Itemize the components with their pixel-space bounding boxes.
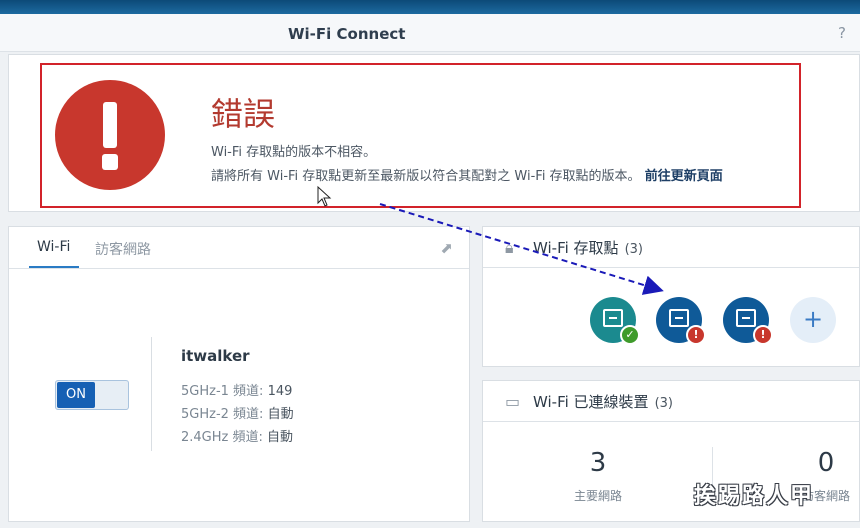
band-value: 自動 — [267, 430, 294, 445]
band-2-4ghz: 2.4GHz 頻道: 自動 — [181, 426, 293, 445]
watermark: 挨踢路人甲 — [694, 484, 815, 509]
access-point-3[interactable]: ! — [723, 297, 773, 345]
wifi-toggle[interactable]: ON — [55, 380, 129, 410]
title-bar: Wi-Fi Connect ? — [0, 14, 860, 52]
access-points-title-text: Wi-Fi 存取點 — [533, 239, 619, 257]
devices-count: (3) — [654, 396, 673, 411]
access-point-2[interactable]: ! — [656, 297, 706, 345]
add-access-point-button[interactable]: + — [790, 297, 836, 343]
toggle-on-label: ON — [57, 382, 95, 408]
window-top-bar — [0, 0, 860, 14]
band-value: 149 — [267, 384, 293, 399]
error-message-line2: 請將所有 Wi-Fi 存取點更新至最新版以符合其配對之 Wi-Fi 存取點的版本… — [211, 165, 723, 184]
wifi-panel: Wi-Fi 訪客網路 ⬈ ON itwalker 5GHz-1 頻道: 149 … — [8, 226, 470, 522]
ssid-name: itwalker — [181, 347, 250, 365]
access-points-panel: 🔒︎ Wi-Fi 存取點 (3) ✓ ! ! + — [482, 226, 860, 367]
router-icon — [603, 309, 623, 327]
devices-icon: ▭ — [505, 392, 521, 411]
devices-title: Wi-Fi 已連線裝置 (3) — [533, 391, 673, 412]
warning-icon: ! — [686, 325, 706, 345]
tab-wifi[interactable]: Wi-Fi — [28, 239, 80, 268]
router-icon — [669, 309, 689, 327]
check-icon: ✓ — [620, 325, 640, 345]
guest-network-count[interactable]: 0 — [796, 448, 856, 478]
error-message-text: 請將所有 Wi-Fi 存取點更新至最新版以符合其配對之 Wi-Fi 存取點的版本… — [211, 169, 641, 184]
access-points-header: 🔒︎ Wi-Fi 存取點 (3) — [483, 227, 859, 268]
wifi-tabs: Wi-Fi 訪客網路 ⬈ — [9, 227, 469, 269]
error-card: 錯誤 Wi-Fi 存取點的版本不相容。 請將所有 Wi-Fi 存取點更新至最新版… — [8, 54, 860, 212]
router-icon — [736, 309, 756, 327]
main-network-label: 主要網路 — [573, 489, 622, 503]
update-page-link[interactable]: 前往更新頁面 — [645, 169, 723, 184]
band-value: 自動 — [267, 407, 294, 422]
exclamation-icon — [55, 80, 165, 190]
access-points-title: Wi-Fi 存取點 (3) — [533, 237, 643, 258]
warning-icon: ! — [753, 325, 773, 345]
band-label: 5GHz-2 頻道: — [181, 407, 264, 422]
error-message-line1: Wi-Fi 存取點的版本不相容。 — [211, 145, 377, 160]
lock-router-icon: 🔒︎ — [505, 238, 514, 257]
divider — [151, 337, 152, 451]
expand-icon[interactable]: ⬈ — [440, 239, 453, 257]
band-label: 2.4GHz 頻道: — [181, 430, 263, 445]
question-icon[interactable]: ? — [838, 24, 846, 42]
band-5ghz-2: 5GHz-2 頻道: 自動 — [181, 403, 294, 422]
app-title: Wi-Fi Connect — [288, 25, 406, 43]
access-points-count: (3) — [624, 242, 643, 257]
error-title: 錯誤 — [211, 95, 276, 133]
access-point-1[interactable]: ✓ — [590, 297, 640, 345]
devices-header: ▭ Wi-Fi 已連線裝置 (3) — [483, 381, 859, 422]
band-label: 5GHz-1 頻道: — [181, 384, 264, 399]
tab-guest-network[interactable]: 訪客網路 — [95, 239, 151, 259]
band-5ghz-1: 5GHz-1 頻道: 149 — [181, 380, 292, 399]
main-network-count[interactable]: 3 — [568, 448, 628, 478]
devices-title-text: Wi-Fi 已連線裝置 — [533, 393, 649, 411]
